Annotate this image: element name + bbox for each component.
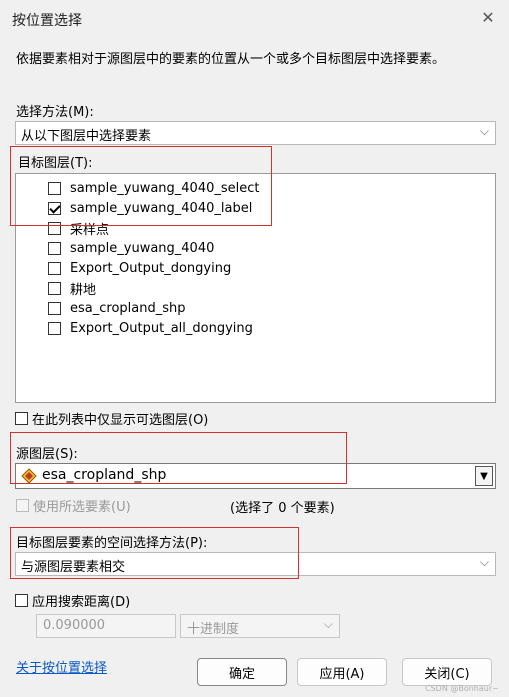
search-distance-option[interactable]: 应用搜索距离(D) [15, 591, 130, 610]
search-distance-input[interactable]: 0.090000 [36, 614, 176, 638]
layer-label: esa_cropland_shp [70, 300, 186, 316]
search-distance-value: 0.090000 [43, 618, 106, 633]
ok-button[interactable]: 确定 [197, 658, 287, 686]
layer-label: 耕地 [70, 282, 97, 298]
only-selectable-checkbox[interactable] [15, 412, 28, 425]
layer-checkbox[interactable] [48, 281, 61, 295]
use-selected-option[interactable]: 使用所选要素(U) [16, 496, 131, 515]
selection-method-value: 从以下图层中选择要素 [21, 129, 152, 144]
only-selectable-label: 在此列表中仅显示可选图层(O) [32, 413, 209, 428]
help-link[interactable]: 关于按位置选择 [16, 657, 107, 676]
layer-checkbox[interactable] [48, 261, 61, 275]
watermark: CSDN @Bonhaur~ [425, 684, 499, 693]
layer-checkbox[interactable] [48, 301, 61, 315]
close-button[interactable]: 关闭(C) [402, 658, 492, 686]
use-selected-label: 使用所选要素(U) [33, 500, 131, 515]
selected-count-text: (选择了 0 个要素) [230, 501, 335, 516]
target-layer-item[interactable]: 耕地 [48, 278, 96, 298]
layer-checkbox[interactable] [48, 321, 61, 335]
layer-checkbox[interactable] [48, 241, 61, 255]
selection-method-dropdown[interactable]: 从以下图层中选择要素 ⌵ [15, 121, 496, 145]
distance-unit-value: 十进制度 [187, 622, 240, 637]
window-title: 按位置选择 [12, 13, 82, 29]
target-layer-item[interactable]: sample_yuwang_4040 [48, 238, 214, 258]
target-layer-item[interactable]: Export_Output_dongying [48, 258, 231, 278]
apply-button[interactable]: 应用(A) [297, 658, 387, 686]
dropdown-arrow-icon[interactable]: ▼ [475, 466, 493, 486]
distance-unit-dropdown[interactable]: 十进制度 ⌵ [180, 614, 340, 638]
use-selected-checkbox[interactable] [16, 499, 29, 512]
only-selectable-option[interactable]: 在此列表中仅显示可选图层(O) [15, 409, 208, 428]
search-distance-label: 应用搜索距离(D) [32, 595, 131, 610]
layer-label: Export_Output_all_dongying [70, 320, 253, 336]
spatial-method-highlight [10, 527, 299, 579]
selection-method-label: 选择方法(M): [16, 105, 94, 120]
source-layer-highlight [10, 432, 347, 484]
target-layer-item[interactable]: Export_Output_all_dongying [48, 318, 253, 338]
target-layers-highlight [10, 146, 272, 226]
target-layer-item[interactable]: esa_cropland_shp [48, 298, 185, 318]
layer-label: Export_Output_dongying [70, 260, 232, 276]
close-icon[interactable]: ✕ [478, 8, 498, 27]
chevron-down-icon: ⌵ [479, 124, 489, 138]
search-distance-checkbox[interactable] [15, 594, 28, 607]
layer-label: sample_yuwang_4040 [70, 240, 215, 256]
description-text: 依据要素相对于源图层中的要素的位置从一个或多个目标图层中选择要素。 [16, 52, 446, 67]
chevron-down-icon: ⌵ [479, 555, 489, 569]
chevron-down-icon: ⌵ [323, 617, 333, 631]
